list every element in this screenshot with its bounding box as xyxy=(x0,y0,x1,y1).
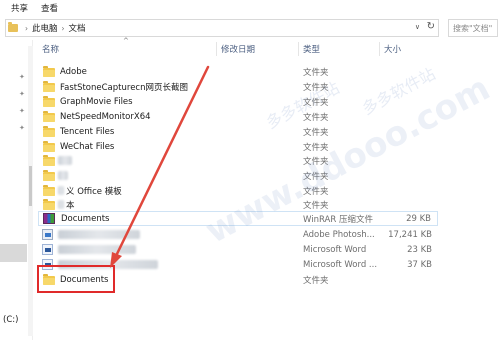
file-list-scrollbar[interactable] xyxy=(438,58,444,274)
annotation-arrow xyxy=(110,65,210,268)
